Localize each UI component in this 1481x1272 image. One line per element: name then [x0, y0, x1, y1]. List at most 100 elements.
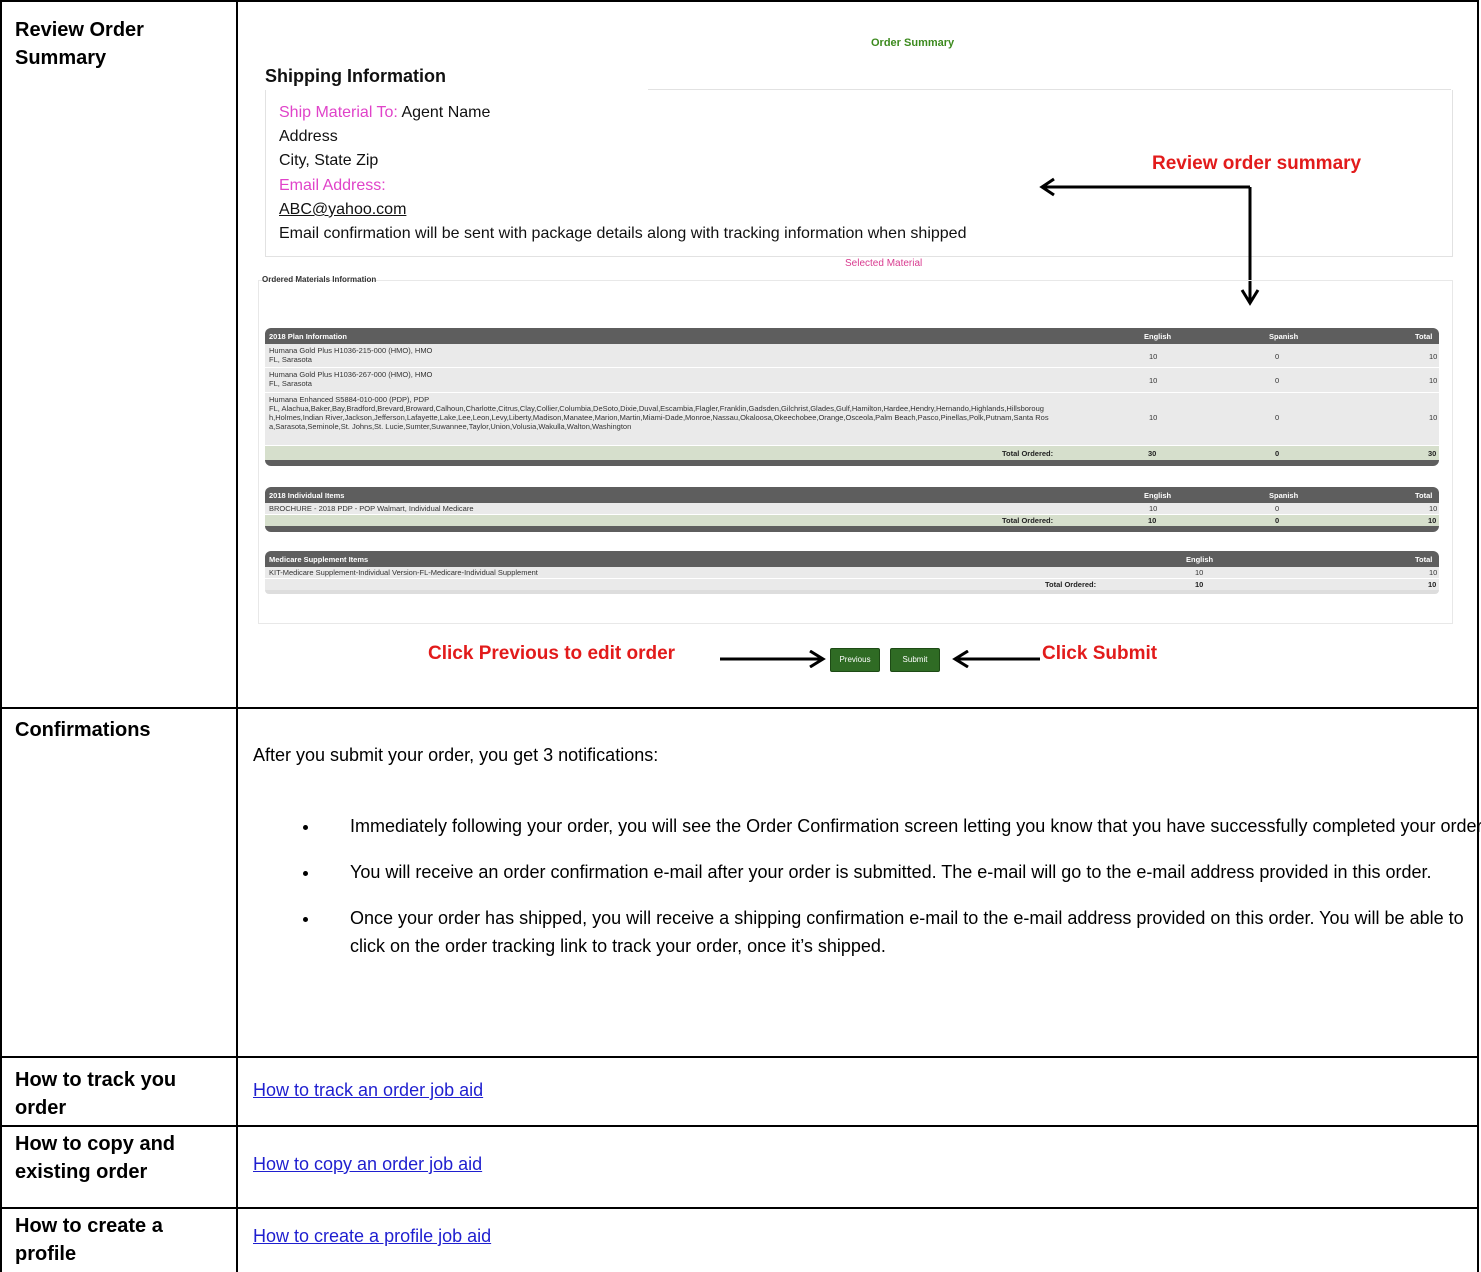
table-border-right	[1477, 0, 1479, 1272]
column-header: Total	[1415, 491, 1433, 500]
row-divider	[0, 1207, 1479, 1209]
english-qty: 10	[1149, 413, 1158, 422]
city-state-zip-line: City, State Zip	[279, 152, 379, 169]
row-label-confirmations: Confirmations	[15, 719, 151, 741]
table-row: KIT-Medicare Supplement-Individual Versi…	[265, 567, 1439, 579]
table-row: Humana Enhanced S5884-010-000 (PDP), PDP…	[265, 393, 1439, 446]
create-profile-link[interactable]: How to create a profile job aid	[253, 1226, 491, 1246]
column-header: English	[1144, 332, 1172, 341]
item-name: KIT-Medicare Supplement-Individual Versi…	[269, 568, 538, 577]
total-total: 30	[1428, 449, 1437, 458]
ship-to-value: Agent Name	[401, 104, 491, 121]
column-header: English	[1186, 555, 1214, 564]
total-english: 30	[1148, 449, 1157, 458]
plan-table: 2018 Plan Information English Spanish To…	[265, 328, 1439, 466]
total-english: 10	[1195, 580, 1204, 589]
row-label-profile: How to create a profile	[15, 1215, 163, 1265]
total-qty: 10	[1429, 568, 1438, 577]
total-english: 10	[1148, 516, 1157, 525]
notifications-list: Immediately following your order, you wi…	[280, 812, 1481, 978]
arrow-right-icon	[720, 650, 826, 668]
row-divider	[0, 1125, 1479, 1127]
total-label: Total Ordered:	[1002, 516, 1054, 525]
email-note: Email confirmation will be sent with pac…	[279, 225, 967, 242]
supplement-items-table: Medicare Supplement Items English Total …	[265, 551, 1439, 594]
copy-order-link[interactable]: How to copy an order job aid	[253, 1154, 482, 1174]
plan-region: FL, Sarasota	[269, 379, 312, 388]
job-aid-table: Review Order Summary Confirmations How t…	[0, 0, 1481, 1272]
shipping-info-heading: Shipping Information	[265, 66, 446, 86]
spanish-qty: 0	[1275, 352, 1280, 361]
table-row: Humana Gold Plus H1036-267-000 (HMO), HM…	[265, 368, 1439, 393]
list-item: Once your order has shipped, you will re…	[320, 904, 1481, 960]
spanish-qty: 0	[1275, 413, 1280, 422]
item-name: BROCHURE - 2018 PDP - POP Walmart, Indiv…	[269, 504, 474, 513]
row-divider	[0, 707, 1479, 709]
plan-name: Humana Gold Plus H1036-215-000 (HMO), HM…	[269, 346, 433, 355]
plan-name: Humana Gold Plus H1036-267-000 (HMO), HM…	[269, 370, 433, 379]
table-footer	[265, 590, 1439, 594]
column-header: English	[1144, 491, 1172, 500]
total-qty: 10	[1429, 352, 1438, 361]
english-qty: 10	[1149, 376, 1158, 385]
total-label: Total Ordered:	[1002, 449, 1054, 458]
total-row: Total Ordered: 10 0 10	[265, 515, 1439, 526]
column-header: 2018 Individual Items	[269, 491, 345, 500]
list-item: You will receive an order confirmation e…	[320, 858, 1481, 886]
english-qty: 10	[1149, 352, 1158, 361]
total-total: 10	[1428, 580, 1437, 589]
plan-name: Humana Enhanced S5884-010-000 (PDP), PDP	[269, 395, 430, 404]
table-footer	[265, 526, 1439, 532]
spanish-qty: 0	[1275, 504, 1280, 513]
total-row: Total Ordered: 10 10	[265, 579, 1439, 590]
column-header: 2018 Plan Information	[269, 332, 347, 341]
row-label-track: How to track you order	[15, 1069, 177, 1119]
review-callout: Review order summary	[1152, 153, 1362, 174]
individual-items-table: 2018 Individual Items English Spanish To…	[265, 487, 1439, 532]
total-label: Total Ordered:	[1045, 580, 1097, 589]
table-row: BROCHURE - 2018 PDP - POP Walmart, Indiv…	[265, 503, 1439, 515]
arrow-left-icon	[952, 650, 1040, 668]
english-qty: 10	[1195, 568, 1204, 577]
address-line: Address	[279, 128, 338, 145]
ordered-materials-label: Ordered Materials Information	[262, 275, 377, 284]
row-label-review: Review Order Summary	[15, 19, 144, 69]
column-divider	[236, 0, 238, 1272]
total-spanish: 0	[1275, 516, 1280, 525]
confirmations-intro: After you submit your order, you get 3 n…	[253, 745, 659, 765]
column-header: Spanish	[1269, 491, 1299, 500]
submit-callout: Click Submit	[1042, 643, 1158, 664]
total-qty: 10	[1429, 504, 1438, 513]
row-divider	[0, 1056, 1479, 1058]
column-header: Total	[1415, 555, 1433, 564]
total-row: Total Ordered: 30 0 30	[265, 446, 1439, 460]
list-item: Immediately following your order, you wi…	[320, 812, 1481, 840]
column-header: Medicare Supplement Items	[269, 555, 369, 564]
column-header: Spanish	[1269, 332, 1299, 341]
previous-button[interactable]: Previous	[830, 648, 880, 672]
ship-to-label: Ship Material To:	[279, 104, 398, 121]
submit-button[interactable]: Submit	[890, 648, 940, 672]
table-header: 2018 Individual Items English Spanish To…	[265, 487, 1439, 503]
table-border-top	[0, 0, 1479, 2]
email-value: ABC@yahoo.com	[279, 201, 407, 218]
spanish-qty: 0	[1275, 376, 1280, 385]
total-qty: 10	[1429, 376, 1438, 385]
track-order-link[interactable]: How to track an order job aid	[253, 1080, 483, 1100]
total-spanish: 0	[1275, 449, 1280, 458]
previous-callout: Click Previous to edit order	[428, 643, 676, 664]
plan-region: FL, Sarasota	[269, 355, 312, 364]
selected-material-label: Selected Material	[845, 258, 923, 269]
column-header: Total	[1415, 332, 1433, 341]
email-label: Email Address:	[279, 177, 386, 194]
table-footer	[265, 460, 1439, 466]
ship-to-line: Ship Material To: Agent Name	[279, 104, 490, 122]
english-qty: 10	[1149, 504, 1158, 513]
table-border-left	[0, 0, 2, 1272]
plan-region: FL, Alachua,Baker,Bay,Bradford,Brevard,B…	[269, 404, 1049, 431]
table-header: 2018 Plan Information English Spanish To…	[265, 328, 1439, 344]
table-row: Humana Gold Plus H1036-215-000 (HMO), HM…	[265, 344, 1439, 368]
order-summary-title: Order Summary	[871, 37, 955, 49]
row-label-copy: How to copy and existing order	[15, 1133, 175, 1183]
total-total: 10	[1428, 516, 1437, 525]
